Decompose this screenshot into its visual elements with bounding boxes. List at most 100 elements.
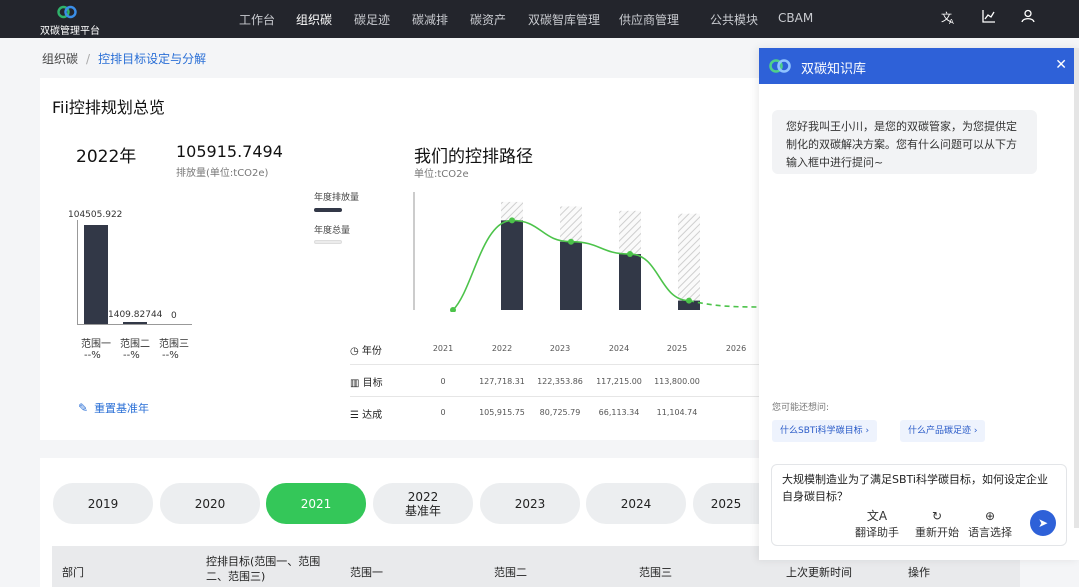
year-cell: 2021 (432, 344, 454, 353)
overview-total: 105915.7494 (176, 142, 283, 161)
legend-annual-emission: 年度排放量 (314, 193, 360, 203)
tab-year-2020[interactable]: 2020 (160, 483, 260, 524)
nav-item-supplier[interactable]: 供应商管理 (619, 11, 679, 28)
th-scope1: 范围一 (350, 566, 383, 579)
tab-year-label: 2023 (514, 496, 546, 511)
chat-panel: 双碳知识库 ✕ 您好我叫王小川，是您的双碳管家，为您提供定制化的双碳解决方案。您… (759, 48, 1079, 560)
th-actions: 操作 (908, 566, 930, 579)
legend-swatch-total (314, 240, 342, 244)
th-scope2: 范围二 (494, 566, 527, 579)
breadcrumb-separator: / (86, 52, 91, 66)
nav-item-reduction[interactable]: 碳减排 (412, 11, 448, 28)
nav-item-think-tank[interactable]: 双碳智库管理 (528, 11, 600, 28)
tab-year-2023[interactable]: 2023 (480, 483, 580, 524)
mini-bar-scope1 (84, 225, 108, 324)
tab-year-label: 2020 (194, 496, 226, 511)
row-divider (350, 396, 760, 397)
achieved-cell: 105,915.75 (479, 408, 525, 417)
nav-item-cbam[interactable]: CBAM (778, 11, 813, 25)
tab-year-label: 2021 (300, 496, 332, 511)
year-cell: 2022 (491, 344, 513, 353)
tab-year-2022[interactable]: 2022 基准年 (373, 483, 473, 524)
overview-card: Fii控排规划总览 2022年 105915.7494 排放量(单位:tCO2e… (40, 78, 760, 440)
mini-chart-y-axis (77, 220, 78, 325)
row-target-label: 目标 (362, 378, 383, 389)
achieved-cell: 80,725.79 (539, 408, 581, 417)
chat-header: 双碳知识库 ✕ (759, 48, 1079, 84)
bar-chart-icon: ▥ (350, 378, 363, 389)
tool-label: 重新开始 (915, 526, 959, 539)
logo-icon (57, 5, 77, 19)
tab-year-label: 2019 (87, 496, 119, 511)
achieved-cell: 0 (440, 408, 446, 417)
nav-item-org-carbon[interactable]: 组织碳 (296, 11, 332, 28)
close-icon[interactable]: ✕ (1055, 57, 1067, 73)
path-chart-title: 我们的控排路径 (414, 147, 533, 167)
path-chart-unit: 单位:tCO2e (414, 169, 469, 180)
scrollbar[interactable] (1074, 48, 1079, 528)
target-cell: 0 (440, 377, 446, 386)
legend-annual-total: 年度总量 (314, 226, 351, 236)
bar-annual-emission (560, 241, 582, 310)
mini-value-scope1: 104505.922 (68, 210, 123, 220)
tab-year-label: 2025 (710, 496, 742, 511)
chart-icon[interactable] (979, 9, 999, 29)
breadcrumb: 组织碳 / 控排目标设定与分解 (42, 50, 206, 67)
mini-bar-scope2 (123, 322, 147, 324)
th-scope3: 范围三 (639, 566, 672, 579)
legend-swatch-emission (314, 208, 342, 212)
user-icon[interactable] (1018, 9, 1038, 29)
tab-year-label: 2024 (620, 496, 652, 511)
mini-percent-scope3: --% (162, 350, 179, 361)
tab-year-2024[interactable]: 2024 (586, 483, 686, 524)
mini-chart-x-axis (77, 324, 192, 325)
breadcrumb-current: 控排目标设定与分解 (98, 52, 207, 66)
target-cell: 122,353.86 (537, 377, 583, 386)
bar-annual-total (678, 213, 700, 310)
emission-point (568, 238, 574, 245)
row-target: ▥ 目标 (350, 374, 383, 389)
nav-item-public[interactable]: 公共模块 (710, 11, 758, 28)
restart-button[interactable]: ↻ 重新开始 (907, 508, 967, 540)
row-achieved-label: 达成 (362, 410, 383, 421)
chat-logo-icon (769, 59, 791, 73)
emission-point (686, 297, 692, 304)
suggest-chip-footprint[interactable]: 什么产品碳足迹 › (900, 420, 986, 442)
tab-year-2019[interactable]: 2019 (53, 483, 153, 524)
tab-baseline-label: 基准年 (404, 503, 441, 518)
mini-percent-scope1: --% (84, 350, 101, 361)
tab-year-2021[interactable]: 2021 (266, 483, 366, 524)
table-header: 部门 控排目标(范围一、范围二、范围三) 范围一 范围二 范围三 (52, 546, 760, 587)
language-select-button[interactable]: ⊕ 语言选择 (960, 508, 1020, 540)
reset-baseline-link[interactable]: ✎ 重置基准年 (78, 400, 149, 416)
row-year-label: 年份 (361, 346, 382, 357)
target-cell: 113,800.00 (654, 377, 700, 386)
emission-point (627, 251, 633, 258)
send-icon[interactable]: ➤ (1030, 510, 1056, 536)
translate-assistant-button[interactable]: 文A 翻译助手 (847, 508, 907, 540)
nav-item-assets[interactable]: 碳资产 (470, 11, 506, 28)
nav-item-workbench[interactable]: 工作台 (239, 11, 275, 28)
bar-annual-emission (619, 254, 641, 310)
achieved-cell: 66,113.34 (598, 408, 640, 417)
suggest-chip-sbti[interactable]: 什么SBTi科学碳目标 › (772, 420, 878, 442)
tool-label: 翻译助手 (855, 526, 899, 539)
th-department: 部门 (62, 566, 84, 579)
emission-point (509, 217, 515, 224)
th-target: 控排目标(范围一、范围二、范围三) (206, 555, 321, 583)
mini-value-scope3: 0 (171, 311, 177, 321)
breadcrumb-root[interactable]: 组织碳 (42, 52, 78, 66)
chat-greeting-bubble: 您好我叫王小川，是您的双碳管家，为您提供定制化的双碳解决方案。您有什么问题可以从… (772, 110, 1037, 174)
tab-year-2025[interactable]: 2025 (693, 483, 759, 524)
year-cell: 2023 (549, 344, 571, 353)
chip-label: 什么SBTi科学碳目标 (780, 426, 863, 436)
year-cell: 2025 (666, 344, 688, 353)
overview-total-unit: 排放量(单位:tCO2e) (176, 168, 269, 179)
nav-item-footprint[interactable]: 碳足迹 (354, 11, 390, 28)
suggest-label: 您可能还想问: (772, 403, 830, 413)
app-logo[interactable]: 双碳管理平台 (40, 5, 100, 37)
translate-icon[interactable]: 文A (938, 9, 958, 29)
edit-icon: ✎ (78, 401, 89, 415)
row-divider (350, 364, 760, 365)
year-cell: 2024 (608, 344, 630, 353)
